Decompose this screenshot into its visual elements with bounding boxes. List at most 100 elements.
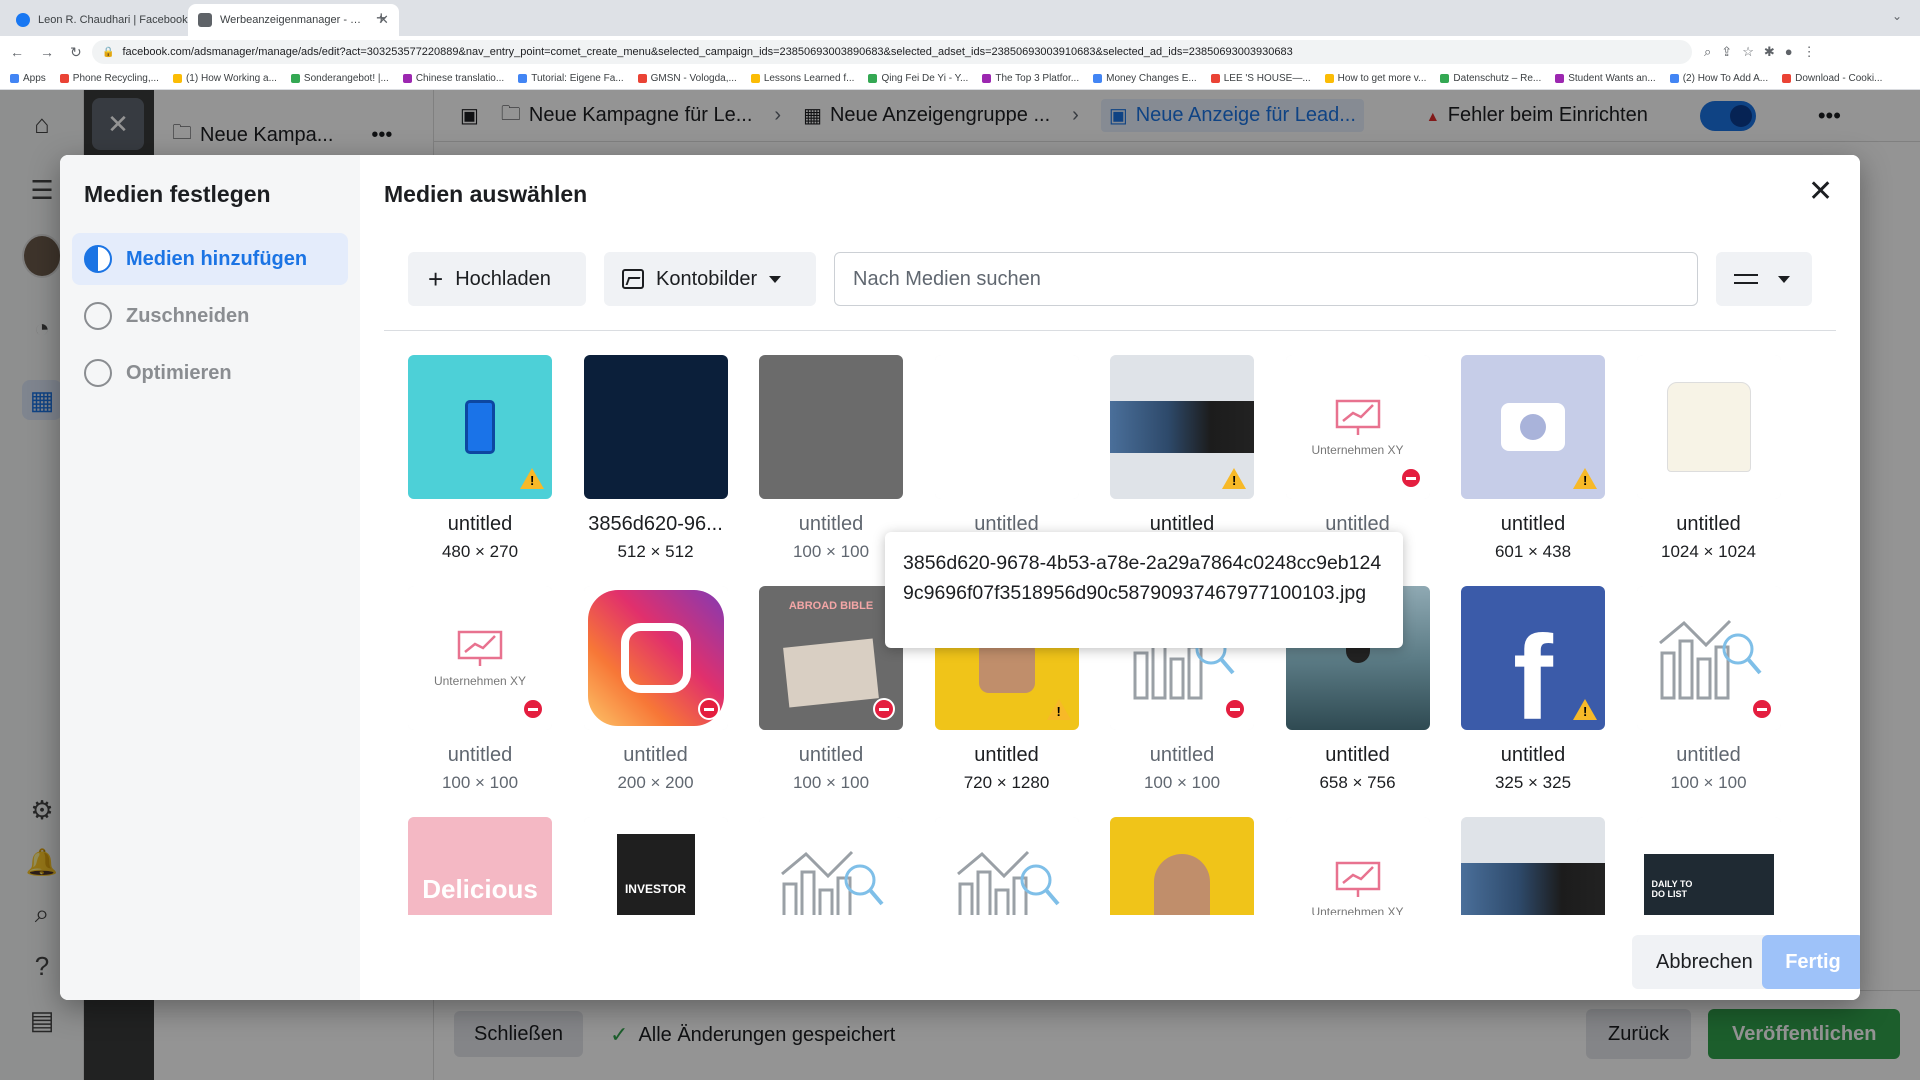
forward-arrow-icon[interactable]: →: [40, 44, 54, 61]
back-arrow-icon[interactable]: ←: [10, 44, 24, 61]
media-tile[interactable]: ABROAD BIBLE untitled 100 × 100: [759, 586, 903, 793]
bookmark-label: Apps: [23, 73, 46, 84]
bookmark-item[interactable]: Apps: [10, 73, 46, 84]
media-tile[interactable]: [1110, 817, 1254, 915]
chart-search-icon: [1654, 613, 1764, 703]
menu-dots-icon[interactable]: ⋮: [1803, 44, 1816, 60]
media-thumbnail[interactable]: [759, 817, 903, 915]
bookmark-item[interactable]: Qing Fei De Yi - Y...: [868, 73, 968, 84]
bookmark-item[interactable]: The Top 3 Platfor...: [982, 73, 1079, 84]
media-tile[interactable]: Unternehmen XYuntitled100 × 100: [1285, 355, 1430, 562]
media-thumbnail[interactable]: [1636, 355, 1781, 499]
filter-button[interactable]: [1716, 252, 1812, 306]
bookmark-item[interactable]: GMSN - Vologda,...: [637, 73, 737, 84]
upload-button[interactable]: + Hochladen: [408, 252, 586, 306]
media-tile[interactable]: [934, 817, 1079, 915]
extension-icon[interactable]: ✱: [1764, 44, 1775, 60]
media-tile[interactable]: Unternehmen XYuntitled100 × 100: [408, 586, 552, 793]
camera-lens-icon: [1520, 414, 1546, 440]
share-icon[interactable]: ⇪: [1721, 44, 1732, 60]
bookmark-favicon-icon: [1440, 74, 1450, 83]
close-icon[interactable]: ✕: [1808, 177, 1833, 207]
new-tab-icon[interactable]: +: [376, 8, 387, 29]
media-thumbnail[interactable]: Unternehmen XY: [1285, 817, 1430, 915]
media-tile[interactable]: untitled100 × 100: [934, 355, 1079, 562]
media-tile[interactable]: untitled100 × 100: [759, 355, 903, 562]
bookmark-item[interactable]: (2) How To Add A...: [1669, 73, 1768, 84]
bookmark-item[interactable]: Datenschutz – Re...: [1440, 73, 1541, 84]
media-thumbnail[interactable]: [1110, 817, 1254, 915]
media-thumbnail[interactable]: [1110, 355, 1254, 499]
bookmark-item[interactable]: Lessons Learned f...: [750, 73, 854, 84]
media-tile[interactable]: untitled 601 × 438: [1461, 355, 1605, 562]
bookmark-item[interactable]: Download - Cooki...: [1782, 73, 1882, 84]
browser-tab-adsmanager[interactable]: Werbeanzeigenmanager - Werbeanzeigen ✕: [188, 4, 399, 36]
media-thumbnail[interactable]: [408, 355, 552, 499]
bookmark-favicon-icon: [10, 74, 19, 83]
media-tile[interactable]: 3856d620-96... 512 × 512: [583, 355, 728, 562]
media-thumbnail[interactable]: [934, 817, 1079, 915]
media-thumbnail[interactable]: [583, 586, 728, 730]
bookmark-item[interactable]: LEE 'S HOUSE—...: [1210, 73, 1311, 84]
media-tile[interactable]: INVESTOR: [583, 817, 728, 915]
step-label: Zuschneiden: [126, 304, 250, 327]
media-thumbnail[interactable]: [759, 355, 903, 499]
done-button[interactable]: Fertig: [1762, 935, 1860, 989]
media-tile[interactable]: untitled 200 × 200: [583, 586, 728, 793]
tab-title: Werbeanzeigenmanager - Werbeanzeigen: [220, 14, 370, 26]
bookmark-item[interactable]: Student Wants an...: [1555, 73, 1656, 84]
media-thumbnail[interactable]: Delicious: [408, 817, 552, 915]
account-images-dropdown[interactable]: Kontobilder: [604, 252, 816, 306]
step-add-media[interactable]: Medien hinzufügen: [72, 233, 348, 285]
media-name: untitled: [1149, 744, 1215, 766]
media-search-input[interactable]: [834, 252, 1698, 306]
step-crop[interactable]: Zuschneiden: [72, 290, 348, 342]
browser-tab-facebook[interactable]: Leon R. Chaudhari | Facebook ✕: [6, 4, 217, 36]
media-thumbnail[interactable]: f: [1461, 586, 1605, 730]
toolbar-divider: [384, 330, 1836, 331]
media-tile[interactable]: untitled100 × 100: [1636, 586, 1781, 793]
media-thumbnail[interactable]: [1461, 355, 1605, 499]
media-tile[interactable]: [759, 817, 903, 915]
media-tile[interactable]: f untitled 325 × 325: [1461, 586, 1605, 793]
bookmark-item[interactable]: Chinese translatio...: [402, 73, 504, 84]
bookmark-star-icon[interactable]: ☆: [1742, 44, 1754, 60]
tab-title: Leon R. Chaudhari | Facebook: [38, 14, 188, 26]
media-tile[interactable]: untitled 480 × 270: [408, 355, 552, 562]
cancel-button[interactable]: Abbrechen: [1632, 935, 1777, 989]
media-tile[interactable]: untitled851 × 315: [1110, 355, 1254, 562]
adsmanager-favicon-icon: [198, 13, 212, 27]
media-thumbnail[interactable]: Unternehmen XY: [408, 586, 552, 730]
media-tile[interactable]: Delicious: [408, 817, 552, 915]
address-bar[interactable]: 🔒 facebook.com/adsmanager/manage/ads/edi…: [92, 40, 1692, 64]
thumbnail-text: Delicious: [422, 873, 538, 904]
media-tile[interactable]: Unternehmen XY: [1285, 817, 1430, 915]
bookmark-item[interactable]: Tutorial: Eigene Fa...: [518, 73, 624, 84]
plus-icon: +: [428, 264, 444, 294]
media-tile[interactable]: [1461, 817, 1605, 915]
bookmark-item[interactable]: How to get more v...: [1324, 73, 1426, 84]
media-thumbnail[interactable]: INVESTOR: [583, 817, 728, 915]
media-thumbnail[interactable]: [1636, 586, 1781, 730]
media-tile[interactable]: untitled 1024 × 1024: [1636, 355, 1781, 562]
profile-icon[interactable]: ●: [1785, 44, 1793, 60]
zoom-icon[interactable]: ⌕: [1704, 44, 1711, 60]
thumbnail-text: DAILY TO DO LIST: [1651, 879, 1693, 899]
step-optimize[interactable]: Optimieren: [72, 347, 348, 399]
bookmark-item[interactable]: (1) How Working a...: [172, 73, 277, 84]
media-tile[interactable]: DAILY TO DO LIST: [1636, 817, 1781, 915]
bookmark-item[interactable]: Sonderangebot! |...: [290, 73, 389, 84]
bookmark-item[interactable]: Phone Recycling,...: [59, 73, 159, 84]
media-thumbnail[interactable]: Unternehmen XY: [1285, 355, 1430, 499]
bookmark-item[interactable]: Money Changes E...: [1093, 73, 1197, 84]
media-thumbnail[interactable]: DAILY TO DO LIST: [1636, 817, 1781, 915]
reload-icon[interactable]: ↻: [70, 44, 82, 61]
bookmark-favicon-icon: [1782, 74, 1792, 83]
tab-search-chevron-icon[interactable]: ⌄: [1892, 9, 1902, 23]
media-thumbnail[interactable]: [1461, 817, 1605, 915]
media-thumbnail[interactable]: [583, 355, 728, 499]
media-thumbnail[interactable]: [934, 355, 1079, 499]
warning-icon: [1573, 699, 1597, 720]
thumbnail-art: [1636, 355, 1781, 499]
media-thumbnail[interactable]: ABROAD BIBLE: [759, 586, 903, 730]
